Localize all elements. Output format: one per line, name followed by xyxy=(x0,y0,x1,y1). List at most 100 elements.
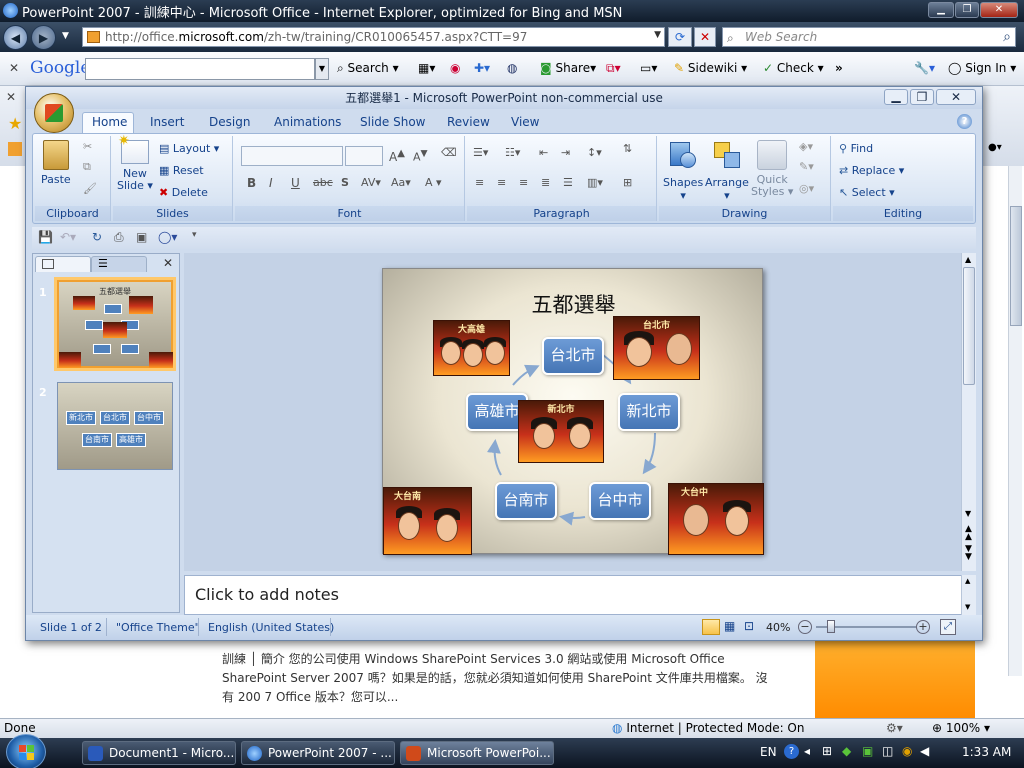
help-icon[interactable]: ? xyxy=(957,114,972,129)
slide-vertical-scrollbar[interactable]: ▲ ▼ ▲ ▲ ▼ ▼ xyxy=(961,253,976,571)
protected-mode-icon[interactable]: ⚙▾ xyxy=(886,721,903,735)
ppt-minimize-button[interactable]: ▁ xyxy=(884,89,908,105)
city-box-tainan[interactable]: 台南市 xyxy=(495,482,557,520)
slides-tab[interactable] xyxy=(35,256,91,272)
toolbar-wrench-icon[interactable]: 🔧▾ xyxy=(914,61,935,75)
web-search-input[interactable]: ⌕ Web Search ⌕ xyxy=(722,27,1016,47)
normal-view-icon[interactable] xyxy=(702,619,720,635)
shapes-button[interactable]: Shapes ▾ xyxy=(663,140,703,202)
redo-icon[interactable]: ↻ xyxy=(92,230,102,244)
grow-font-icon[interactable]: A▲ xyxy=(389,148,405,164)
tab-design[interactable]: Design xyxy=(209,115,250,129)
toolbar-close-icon[interactable]: ✕ xyxy=(9,61,19,75)
shrink-font-icon[interactable]: A▼ xyxy=(413,148,428,164)
history-dropdown-icon[interactable]: ▼ xyxy=(62,31,69,41)
underline-icon[interactable]: U xyxy=(291,176,300,190)
toolbar-plus-icon[interactable]: ✚▾ xyxy=(474,61,490,75)
scroll-up-icon[interactable]: ▲ xyxy=(965,255,971,264)
notes-pane[interactable]: Click to add notes xyxy=(184,575,976,615)
tab-view[interactable]: View xyxy=(511,115,539,129)
clear-format-icon[interactable]: ⌫ xyxy=(441,146,457,159)
back-button[interactable]: ◀ xyxy=(3,25,28,50)
share-button[interactable]: ◙ Share▾ xyxy=(540,61,596,75)
toolbar-globe-icon[interactable]: ◍ xyxy=(507,61,517,75)
next-slide-icon[interactable]: ▼ ▼ xyxy=(965,545,972,562)
columns-icon[interactable]: ▥▾ xyxy=(587,176,603,189)
ie-page-scroll-thumb[interactable] xyxy=(1010,206,1022,326)
font-name-box[interactable] xyxy=(241,146,343,166)
format-painter-icon[interactable]: 🖌 xyxy=(83,182,97,195)
cut-icon[interactable]: ✂ xyxy=(83,140,92,153)
tab-menu-icon[interactable]: ●▾ xyxy=(988,142,1002,153)
bold-icon[interactable]: B xyxy=(247,176,256,190)
url-dropdown-icon[interactable]: ▼ xyxy=(654,30,661,40)
google-dropdown-icon[interactable]: ▼ xyxy=(315,58,329,80)
tray-app-icon[interactable]: ▣ xyxy=(862,744,873,758)
tray-speaker-icon[interactable]: ◀ xyxy=(920,744,929,758)
favorites-close-icon[interactable]: ✕ xyxy=(6,90,16,104)
smartart-icon[interactable]: ⊞ xyxy=(623,176,632,189)
language-bar[interactable]: EN xyxy=(760,745,777,759)
prev-slide-icon[interactable]: ▲ ▲ xyxy=(965,525,972,542)
tray-security-icon[interactable]: ◆ xyxy=(842,744,851,758)
pane-close-icon[interactable]: ✕ xyxy=(163,256,173,270)
google-search-button[interactable]: ⌕ Search ▾ xyxy=(337,61,399,76)
clock[interactable]: 1:33 AM xyxy=(962,745,1011,759)
tray-expand-icon[interactable]: ◂ xyxy=(804,744,810,758)
task-word-document[interactable]: Document1 - Micro... xyxy=(82,741,236,765)
ie-zoom-level[interactable]: ⊕ 100% ▾ xyxy=(932,721,990,735)
tab-insert[interactable]: Insert xyxy=(150,115,184,129)
slide-sorter-icon[interactable]: ▦ xyxy=(724,619,735,633)
zoom-in-icon[interactable]: + xyxy=(916,620,930,634)
copy-icon[interactable]: ⧉ xyxy=(83,160,91,174)
slideshow-icon[interactable]: ▣ xyxy=(136,230,147,244)
security-zone[interactable]: ◍ Internet | Protected Mode: On xyxy=(612,721,804,735)
task-powerpoint-app[interactable]: Microsoft PowerPoi... xyxy=(400,741,554,765)
align-left-icon[interactable]: ≡ xyxy=(475,176,484,189)
align-right-icon[interactable]: ≡ xyxy=(519,176,528,189)
check-button[interactable]: ✓ Check ▾ xyxy=(763,61,824,75)
signin-button[interactable]: ◯ Sign In ▾ xyxy=(948,61,1016,75)
cartoon-image-tainan[interactable]: 大台南 xyxy=(383,487,472,555)
start-button[interactable] xyxy=(6,734,46,768)
decrease-indent-icon[interactable]: ⇤ xyxy=(539,146,548,159)
text-direction-icon[interactable]: ⇅ xyxy=(623,142,632,155)
cartoon-image-newtaipei[interactable]: 新北市 xyxy=(518,400,604,463)
italic-icon[interactable]: I xyxy=(269,176,273,190)
tray-volume-icon[interactable]: ◫ xyxy=(882,744,893,758)
favorites-star-icon[interactable]: ★ xyxy=(8,114,22,133)
maximize-button[interactable]: ❐ xyxy=(955,2,979,18)
numbering-icon[interactable]: ☷▾ xyxy=(505,146,520,159)
refresh-icon[interactable]: ⟳ xyxy=(668,27,692,47)
city-box-newtaipei[interactable]: 新北市 xyxy=(618,393,680,431)
city-box-taipei[interactable]: 台北市 xyxy=(542,337,604,375)
slide-show-view-icon[interactable]: ⊡ xyxy=(744,619,754,633)
tab-animations[interactable]: Animations xyxy=(274,115,341,129)
help-tray-icon[interactable]: ? xyxy=(784,744,799,759)
increase-indent-icon[interactable]: ⇥ xyxy=(561,146,570,159)
stop-icon[interactable]: ✕ xyxy=(694,27,716,47)
undo-icon[interactable]: ↶▾ xyxy=(60,230,76,244)
toolbar-translate-icon[interactable]: ⧉▾ xyxy=(606,61,621,76)
ppt-restore-button[interactable]: ❐ xyxy=(910,89,934,105)
toolbar-overflow-icon[interactable]: » xyxy=(835,61,843,75)
current-slide[interactable]: 五都選舉 台北市 新北市 台中市 台南市 高雄市 大高雄 台北市 新北市 大台南… xyxy=(382,268,764,555)
url-field[interactable]: http://office. microsoft.com/zh-tw/traini… xyxy=(82,27,665,47)
toolbar-tools-icon[interactable]: ▦▾ xyxy=(418,61,435,75)
replace-button[interactable]: ⇄ Replace ▾ xyxy=(839,164,904,177)
tab-home[interactable]: Home xyxy=(92,115,127,129)
sidewiki-button[interactable]: ✎ Sidewiki ▾ xyxy=(674,61,747,75)
scroll-down-icon[interactable]: ▼ xyxy=(965,509,971,518)
delete-button[interactable]: ✖ Delete xyxy=(159,186,208,199)
city-box-taichung[interactable]: 台中市 xyxy=(589,482,651,520)
tab-page-icon[interactable] xyxy=(8,142,22,156)
minimize-button[interactable]: ▁ xyxy=(928,2,954,18)
change-case-icon[interactable]: Aa▾ xyxy=(391,176,411,189)
font-size-box[interactable] xyxy=(345,146,383,166)
strikethrough-icon[interactable]: abc xyxy=(313,176,333,189)
slide-thumbnail-2[interactable]: 新北市 台北市 台中市 台南市 高雄市 xyxy=(57,382,173,470)
paste-button[interactable]: Paste xyxy=(41,140,71,186)
forward-button[interactable]: ▶ xyxy=(31,25,56,50)
align-center-icon[interactable]: ≡ xyxy=(497,176,506,189)
print-preview-icon[interactable]: ⎙ xyxy=(114,230,124,245)
